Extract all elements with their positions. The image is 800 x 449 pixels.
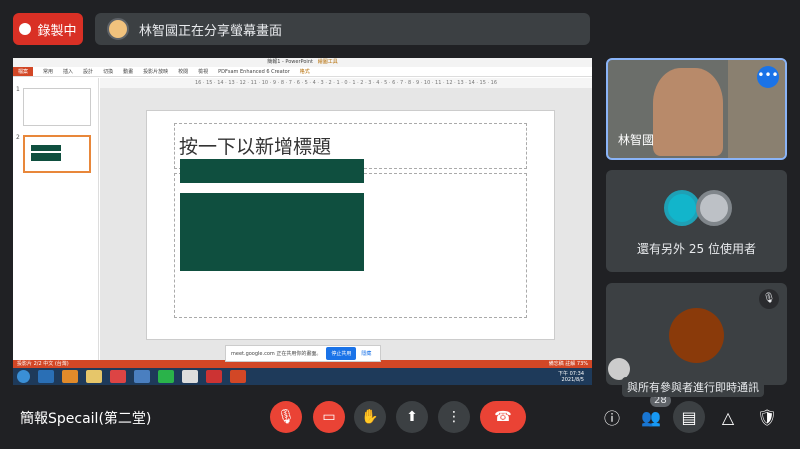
green-shape[interactable] (180, 193, 364, 271)
activities-button[interactable]: △ (712, 401, 744, 433)
tab-review[interactable]: 校閱 (178, 68, 188, 75)
media-icon[interactable] (62, 370, 78, 383)
line-icon[interactable] (158, 370, 174, 383)
app-icon[interactable] (206, 370, 222, 383)
ribbon-tabs: 檔案 常用 插入 設計 切換 動畫 投影片放映 校閱 檢視 PDFsam Enh… (13, 67, 592, 77)
meeting-name: 簡報Specail(第二堂) (20, 411, 152, 427)
video-feed (653, 68, 723, 156)
tab-home[interactable]: 常用 (43, 68, 53, 75)
hide-button[interactable]: 隱藏 (361, 350, 371, 357)
slide-thumb-1[interactable] (23, 88, 91, 126)
tab-format[interactable]: 格式 (300, 68, 310, 75)
tab-view[interactable]: 檢視 (198, 68, 208, 75)
tab-design[interactable]: 設計 (83, 68, 93, 75)
recording-indicator[interactable]: 錄製中 (13, 13, 83, 45)
mic-off-icon: 🎙 (759, 289, 779, 309)
tab-slideshow[interactable]: 投影片放映 (143, 68, 168, 75)
share-notice: meet.google.com 正在共用你的畫面。 停止共用 隱藏 (225, 345, 381, 362)
mic-off-button[interactable]: 🎙 (270, 401, 302, 433)
slide-canvas[interactable]: 按一下以新增標題 (146, 110, 555, 340)
avatar (107, 18, 129, 40)
tab-transitions[interactable]: 切換 (103, 68, 113, 75)
ie-icon[interactable] (38, 370, 54, 383)
participant-tile[interactable]: 🎙 (606, 283, 787, 385)
info-button[interactable]: ⓘ (596, 401, 628, 433)
presenter-banner: 林智國正在分享螢幕畫面 (95, 13, 590, 45)
document-icon[interactable] (182, 370, 198, 383)
start-icon[interactable] (17, 370, 30, 383)
raise-hand-button[interactable]: ✋ (354, 401, 386, 433)
app-title-bar: 簡報1 - PowerPoint 繪圖工具 (13, 58, 592, 67)
record-icon (19, 23, 32, 35)
folder-icon[interactable] (86, 370, 102, 383)
powerpoint-icon[interactable] (230, 370, 246, 383)
presenter-video-tile[interactable]: ••• 林智國 (606, 58, 787, 160)
tab-insert[interactable]: 插入 (63, 68, 73, 75)
present-button[interactable]: ⬆ (396, 401, 428, 433)
others-tile[interactable]: 還有另外 25 位使用者 (606, 170, 787, 272)
slide-thumb-2[interactable] (23, 135, 91, 173)
more-options-icon[interactable]: ••• (757, 66, 779, 88)
tab-pdfsam[interactable]: PDFsam Enhanced 6 Creator (218, 69, 290, 75)
network-icon[interactable] (134, 370, 150, 383)
stop-sharing-button[interactable]: 停止共用 (326, 347, 357, 360)
avatar (669, 308, 724, 363)
slide-thumbnails: 1 2 (13, 78, 99, 360)
host-controls-button[interactable]: 🛡 (751, 401, 783, 433)
avatar (696, 190, 732, 226)
ruler: 16 · 15 · 14 · 13 · 12 · 11 · 10 · 9 · 8… (100, 78, 592, 88)
tab-file[interactable]: 檔案 (13, 67, 34, 76)
camera-off-button[interactable]: ▭ (313, 401, 345, 433)
chat-button[interactable]: ▤ (673, 401, 705, 433)
end-call-button[interactable]: ☎ (480, 401, 526, 433)
clock: 下午 07:34 2021/8/5 (558, 370, 584, 383)
taskbar: 下午 07:34 2021/8/5 (13, 368, 592, 385)
more-options-button[interactable]: ⋮ (438, 401, 470, 433)
green-shape[interactable] (180, 159, 364, 183)
shared-screen: 簡報1 - PowerPoint 繪圖工具 檔案 常用 插入 設計 切換 動畫 … (13, 58, 592, 385)
chrome-icon[interactable] (110, 370, 126, 383)
tab-animations[interactable]: 動畫 (123, 68, 133, 75)
avatar (664, 190, 700, 226)
tooltip: 與所有參與者進行即時通訊 (622, 377, 764, 397)
